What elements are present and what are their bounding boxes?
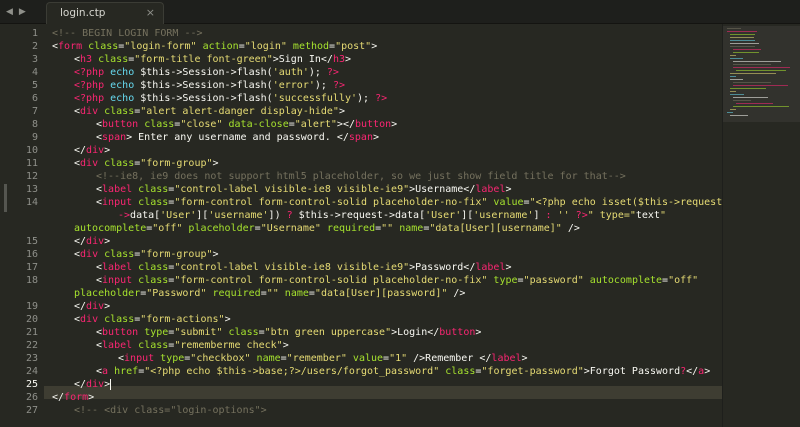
line-number: 11 xyxy=(25,158,38,169)
minimap-line xyxy=(733,106,789,107)
line-number: 19 xyxy=(25,301,38,312)
chevron-right-icon[interactable]: ▶ xyxy=(19,7,26,17)
minimap-line xyxy=(733,67,790,68)
tab-login-ctp[interactable]: login.ctp × xyxy=(46,2,164,24)
minimap-line xyxy=(727,112,733,113)
code-line[interactable]: <input class="form-control form-control-… xyxy=(52,196,722,209)
code-line[interactable]: </div> xyxy=(52,300,110,313)
code-line[interactable]: <?php echo $this->Session->flash('succes… xyxy=(52,92,387,105)
line-number: 23 xyxy=(25,353,38,364)
minimap-line xyxy=(730,55,736,56)
code-line[interactable]: autocomplete="off" placeholder="Username… xyxy=(52,222,580,235)
code-line[interactable]: <span> Enter any username and password. … xyxy=(52,131,379,144)
minimap[interactable] xyxy=(722,24,800,427)
code-line[interactable]: <label class="control-label visible-ie8 … xyxy=(52,183,512,196)
code-line[interactable]: <input type="checkbox" name="remember" v… xyxy=(52,352,528,365)
code-line[interactable]: <form class="login-form" action="login" … xyxy=(52,40,377,53)
code-line[interactable]: </div> xyxy=(52,235,110,248)
line-number: 20 xyxy=(25,314,38,325)
code-line[interactable]: <a href="<?php echo $this->base;?>/users… xyxy=(52,365,710,378)
code-line[interactable]: <label class="rememberme check"> xyxy=(52,339,289,352)
minimap-line xyxy=(733,82,771,83)
code-line[interactable]: <!--ie8, ie9 does not support html5 plac… xyxy=(52,170,626,183)
code-line[interactable]: <div class="alert alert-danger display-h… xyxy=(52,105,345,118)
minimap-line xyxy=(730,109,736,110)
minimap-line xyxy=(730,88,766,89)
minimap-line xyxy=(730,79,743,80)
line-number: 5 xyxy=(31,80,38,91)
line-number: 16 xyxy=(25,249,38,260)
line-number: 9 xyxy=(31,132,38,143)
line-number: 6 xyxy=(31,93,38,104)
minimap-line xyxy=(733,49,761,50)
line-number: 3 xyxy=(31,54,38,65)
line-number: 2 xyxy=(31,41,38,52)
line-number: 22 xyxy=(25,340,38,351)
minimap-line xyxy=(736,70,786,71)
line-number: 8 xyxy=(31,119,38,130)
minimap-line xyxy=(730,91,736,92)
code-line[interactable]: <h3 class="form-title font-green">Sign I… xyxy=(52,53,351,66)
minimap-line xyxy=(733,64,771,65)
minimap-line xyxy=(733,100,751,101)
line-number: 21 xyxy=(25,327,38,338)
code-line[interactable]: <?php echo $this->Session->flash('auth')… xyxy=(52,66,339,79)
code-line[interactable]: ->data['User']['username']) ? $this->req… xyxy=(52,209,666,222)
line-number: 7 xyxy=(31,106,38,117)
minimap-line xyxy=(733,85,788,86)
code-line[interactable]: <div class="form-actions"> xyxy=(52,313,231,326)
minimap-line xyxy=(730,73,776,74)
tab-label: login.ctp xyxy=(60,7,106,19)
minimap-line xyxy=(736,103,773,104)
minimap-line xyxy=(730,94,744,95)
code-line[interactable]: <button class="close" data-close="alert"… xyxy=(52,118,397,131)
line-number-active: 25 xyxy=(25,379,38,390)
code-line[interactable]: <input class="form-control form-control-… xyxy=(52,274,698,287)
minimap-line xyxy=(730,46,755,47)
line-number: 15 xyxy=(25,236,38,247)
minimap-line xyxy=(733,97,768,98)
chevron-left-icon[interactable]: ◀ xyxy=(6,7,13,17)
line-number: 4 xyxy=(31,67,38,78)
text-cursor xyxy=(110,378,112,390)
minimap-line xyxy=(730,76,736,77)
code-line[interactable]: <label class="control-label visible-ie8 … xyxy=(52,261,512,274)
code-line[interactable]: </div> xyxy=(52,144,110,157)
minimap-line xyxy=(730,115,748,116)
code-line[interactable]: <button type="submit" class="btn green u… xyxy=(52,326,481,339)
tab-navigation: ◀ ▶ xyxy=(6,4,42,20)
minimap-line xyxy=(730,34,755,35)
minimap-line xyxy=(727,28,741,29)
line-number: 12 xyxy=(25,171,38,182)
code-line[interactable]: <div class="form-group"> xyxy=(52,248,219,261)
line-number: 10 xyxy=(25,145,38,156)
minimap-line xyxy=(730,40,755,41)
code-line[interactable]: <!-- BEGIN LOGIN FORM --> xyxy=(52,27,203,40)
code-line[interactable]: <!-- <div class="login-options"> xyxy=(52,404,267,417)
code-line[interactable]: placeholder="Password" required="" name=… xyxy=(52,287,465,300)
line-number: 27 xyxy=(25,405,38,416)
code-line[interactable]: <?php echo $this->Session->flash('error'… xyxy=(52,79,345,92)
code-editor[interactable]: <!-- BEGIN LOGIN FORM --> <form class="lo… xyxy=(52,24,722,427)
scroll-indicator xyxy=(4,184,7,212)
line-number: 24 xyxy=(25,366,38,377)
minimap-line xyxy=(730,37,754,38)
code-line-active[interactable]: </div> xyxy=(52,378,112,391)
minimap-line xyxy=(730,58,743,59)
minimap-line xyxy=(733,52,759,53)
minimap-line xyxy=(730,43,759,44)
tab-bar: ◀ ▶ login.ctp × xyxy=(0,0,800,24)
minimap-line xyxy=(727,31,757,32)
line-number: 17 xyxy=(25,262,38,273)
close-icon[interactable]: × xyxy=(146,6,155,19)
line-number: 18 xyxy=(25,275,38,286)
line-number-gutter: 1 2 3 4 5 6 7 8 9 10 11 12 13 14 15 16 1… xyxy=(0,24,44,427)
code-line[interactable]: </form> xyxy=(52,391,94,404)
line-number: 26 xyxy=(25,392,38,403)
line-number: 1 xyxy=(31,28,38,39)
code-line[interactable]: <div class="form-group"> xyxy=(52,157,219,170)
minimap-line xyxy=(733,61,781,62)
